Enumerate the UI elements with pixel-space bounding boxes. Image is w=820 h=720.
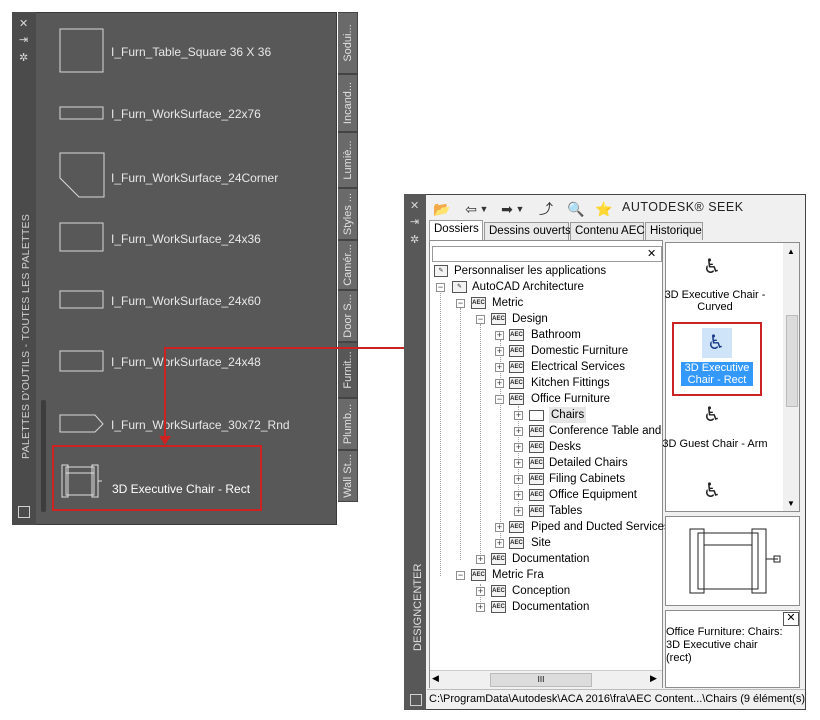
close-icon[interactable]: ✕ — [783, 612, 799, 626]
tab-historique[interactable]: Historique — [645, 222, 703, 240]
designcenter-title: DESIGNCENTER — [412, 563, 424, 651]
search-icon[interactable]: 🔍 — [567, 200, 585, 218]
tool-item[interactable]: I_Furn_WorkSurface_24x60 — [36, 270, 336, 330]
tab-dossiers[interactable]: Dossiers — [429, 220, 483, 240]
square-table-icon — [59, 28, 104, 73]
chair-icon: ♿ — [703, 404, 721, 426]
tab-camera[interactable]: Camér... — [338, 240, 358, 290]
tab-plumbing[interactable]: Plumb... — [338, 398, 358, 450]
tree-horizontal-scrollbar[interactable]: ◀ III ▶ — [430, 670, 662, 688]
tool-label: I_Furn_WorkSurface_24Corner — [111, 171, 279, 185]
tool-label: I_Furn_WorkSurface_24x36 — [111, 232, 261, 246]
gear-icon[interactable]: ✲ — [19, 52, 28, 64]
tool-item[interactable]: I_Furn_WorkSurface_24x48 — [36, 332, 336, 392]
close-icon[interactable]: ✕ — [410, 200, 419, 212]
tab-sodium[interactable]: Sodui... — [338, 12, 358, 74]
chair-icon — [61, 464, 102, 498]
tab-door[interactable]: Door S... — [338, 290, 358, 342]
content-item-label[interactable]: 3D Guest Chair - Arm — [660, 438, 770, 450]
back-icon[interactable]: ⇦ — [463, 200, 479, 218]
chevron-down-icon[interactable]: ▼ — [515, 200, 525, 218]
status-bar: C:\ProgramData\Autodesk\ACA 2016\fra\AEC… — [427, 689, 805, 709]
tab-contenu-aec[interactable]: Contenu AEC — [570, 222, 645, 240]
status-path: C:\ProgramData\Autodesk\ACA 2016\fra\AEC… — [429, 693, 805, 705]
tool-label: I_Furn_Table_Square 36 X 36 — [111, 45, 272, 59]
tab-lumiere[interactable]: Lumiè... — [338, 132, 358, 188]
scroll-down-icon[interactable]: ▼ — [787, 499, 795, 508]
scroll-thumb[interactable] — [786, 315, 798, 407]
autohide-icon[interactable]: ⇥ — [410, 216, 419, 228]
up-folder-icon[interactable]: ⤴ — [537, 200, 555, 218]
corner-worksurface-icon — [59, 152, 105, 198]
autohide-icon[interactable]: ⇥ — [19, 34, 28, 46]
worksurface-icon — [59, 290, 104, 309]
tool-label: I_Furn_WorkSurface_24x60 — [111, 294, 261, 308]
scroll-left-icon[interactable]: ◀ — [432, 673, 439, 684]
scroll-thumb[interactable]: III — [490, 673, 592, 687]
description-text: Office Furniture: Chairs: 3D Executive c… — [666, 626, 783, 664]
content-scrollbar[interactable]: ▲ ▼ — [783, 243, 799, 511]
tab-incandescent[interactable]: Incand... — [338, 74, 358, 132]
favorites-icon[interactable]: ⭐ — [595, 200, 613, 218]
tool-palette-title: PALETTES D'OUTILS - TOUTES LES PALETTES — [20, 213, 32, 459]
dropped-chair-tool[interactable]: 3D Executive Chair - Rect — [52, 445, 262, 511]
chair-preview-icon — [689, 528, 781, 594]
tree-header-field — [432, 246, 662, 262]
drag-arrow-icon — [159, 436, 171, 445]
tool-item[interactable]: I_Furn_WorkSurface_24x36 — [36, 208, 336, 268]
worksurface-icon — [59, 106, 104, 120]
designcenter-toolbar: 📂 ⇦ ▼ ➡ ▼ ⤴ 🔍 ⭐ — [427, 196, 805, 222]
rounded-worksurface-icon — [59, 414, 104, 433]
autodesk-seek-link[interactable]: AUTODESK® SEEK — [622, 200, 744, 214]
worksurface-icon — [59, 222, 104, 252]
tab-styles[interactable]: Styles ... — [338, 188, 358, 240]
scroll-up-icon[interactable]: ▲ — [787, 247, 795, 256]
worksurface-icon — [59, 350, 104, 372]
chevron-down-icon[interactable]: ▼ — [479, 200, 489, 218]
tool-label: 3D Executive Chair - Rect — [112, 482, 251, 496]
chair-icon: ♿ — [703, 256, 721, 278]
designcenter-menu-icon[interactable] — [410, 694, 422, 706]
tool-item[interactable]: I_Furn_Table_Square 36 X 36 — [36, 22, 336, 82]
tab-furniture[interactable]: Furnit... — [338, 342, 358, 398]
tool-label: I_Furn_WorkSurface_24x48 — [111, 355, 261, 369]
close-icon[interactable]: ✕ — [19, 18, 28, 30]
preview-pane — [665, 516, 800, 606]
content-item-label[interactable]: 3D Executive Chair - Curved — [660, 289, 770, 313]
close-icon[interactable]: ✕ — [647, 247, 656, 261]
load-icon[interactable]: 📂 — [433, 200, 451, 218]
content-item-label[interactable]: 3D Executive Chair - Rect — [681, 362, 753, 386]
tool-label: I_Furn_WorkSurface_30x72_Rnd — [111, 418, 290, 432]
tool-palette-titlebar[interactable]: ✕ ⇥ ✲ PALETTES D'OUTILS - TOUTES LES PAL… — [12, 12, 36, 525]
tab-dessins-ouverts[interactable]: Dessins ouverts — [484, 222, 571, 240]
forward-icon[interactable]: ➡ — [499, 200, 515, 218]
chair-icon: ♿ — [702, 328, 732, 358]
tool-label: I_Furn_WorkSurface_22x76 — [111, 107, 261, 121]
drag-line — [164, 347, 166, 439]
scroll-right-icon[interactable]: ▶ — [650, 673, 657, 684]
tab-wall-styles[interactable]: Wall St... — [338, 450, 358, 502]
tool-item[interactable]: I_Furn_WorkSurface_22x76 — [36, 84, 336, 144]
tool-item[interactable]: I_Furn_WorkSurface_24Corner — [36, 146, 336, 206]
tool-palette-tabs: Sodui... Incand... Lumiè... Styles ... C… — [338, 12, 358, 525]
gear-icon[interactable]: ✲ — [410, 234, 419, 246]
chair-icon: ♿ — [703, 480, 721, 502]
palette-menu-icon[interactable] — [18, 506, 30, 518]
